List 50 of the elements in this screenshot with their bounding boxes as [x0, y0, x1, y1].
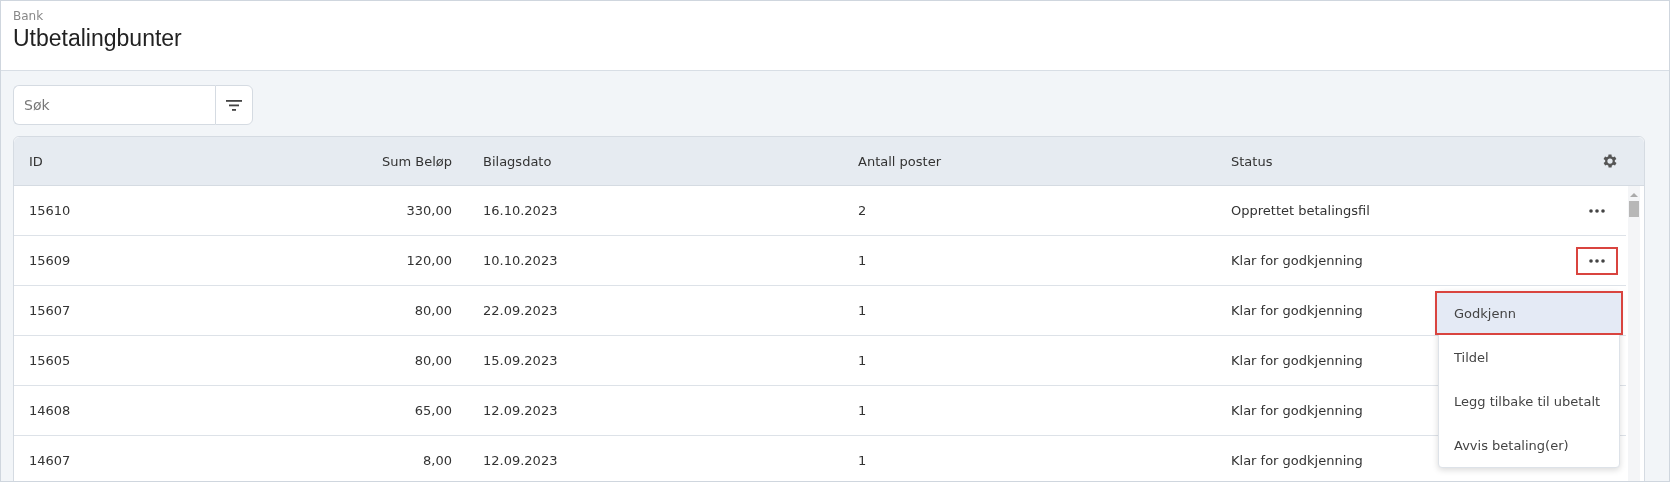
- table-cell: Klar for godkjenning: [1231, 403, 1363, 418]
- table-cell: 8,00: [423, 453, 452, 468]
- column-header[interactable]: Sum Beløp: [274, 153, 452, 169]
- column-header[interactable]: Status: [1201, 153, 1556, 169]
- table-cell: 80,00: [414, 353, 452, 368]
- table-cell: 80,00: [414, 303, 452, 318]
- filter-button[interactable]: [215, 85, 253, 125]
- table-cell: 1: [858, 453, 867, 468]
- table-cell: Klar for godkjenning: [1231, 353, 1363, 368]
- table-cell: 14608: [29, 403, 71, 418]
- table-cell: 120,00: [406, 253, 452, 268]
- table-cell: 15610: [29, 203, 71, 218]
- table-cell: 330,00: [406, 203, 452, 218]
- table-cell: Klar for godkjenning: [1231, 253, 1363, 268]
- breadcrumb[interactable]: Bank: [13, 9, 1669, 23]
- table-cell: 15609: [29, 253, 71, 268]
- table-cell: 16.10.2023: [483, 203, 558, 218]
- table-cell: Klar for godkjenning: [1231, 453, 1363, 468]
- page-title: Utbetalingbunter: [13, 25, 183, 52]
- menu-item[interactable]: Avvis betaling(er): [1439, 423, 1619, 467]
- table-cell: 12.09.2023: [483, 403, 558, 418]
- table-cell: 15605: [29, 353, 71, 368]
- table-cell: 15.09.2023: [483, 353, 558, 368]
- menu-item[interactable]: Legg tilbake til ubetalt: [1439, 379, 1619, 423]
- table-cell: 15607: [29, 303, 71, 318]
- column-header[interactable]: Antall poster: [828, 153, 1201, 169]
- scroll-up-icon[interactable]: [1630, 192, 1638, 198]
- table-cell: 10.10.2023: [483, 253, 558, 268]
- table-cell: 1: [858, 253, 867, 268]
- table-cell: 12.09.2023: [483, 453, 558, 468]
- table-cell: 1: [858, 353, 867, 368]
- more-icon: [1589, 258, 1605, 263]
- table-cell: 1: [858, 403, 867, 418]
- column-header[interactable]: Bilagsdato: [452, 153, 828, 169]
- settings-icon[interactable]: [1601, 152, 1619, 170]
- filter-icon: [225, 98, 243, 112]
- table-cell: 22.09.2023: [483, 303, 558, 318]
- table-cell: Klar for godkjenning: [1231, 303, 1363, 318]
- menu-item[interactable]: Tildel: [1439, 335, 1619, 379]
- table-cell: 2: [858, 203, 867, 218]
- scrollbar-thumb[interactable]: [1629, 201, 1639, 217]
- table-cell: 1: [858, 303, 867, 318]
- table-cell: Opprettet betalingsfil: [1231, 203, 1370, 218]
- menu-item[interactable]: Godkjenn: [1435, 291, 1623, 335]
- search-field[interactable]: Søk: [13, 85, 215, 125]
- column-header[interactable]: ID: [14, 153, 274, 169]
- more-icon: [1589, 208, 1605, 213]
- row-actions-button[interactable]: [1576, 246, 1618, 275]
- table-cell: 14607: [29, 453, 71, 468]
- table-cell: 65,00: [414, 403, 452, 418]
